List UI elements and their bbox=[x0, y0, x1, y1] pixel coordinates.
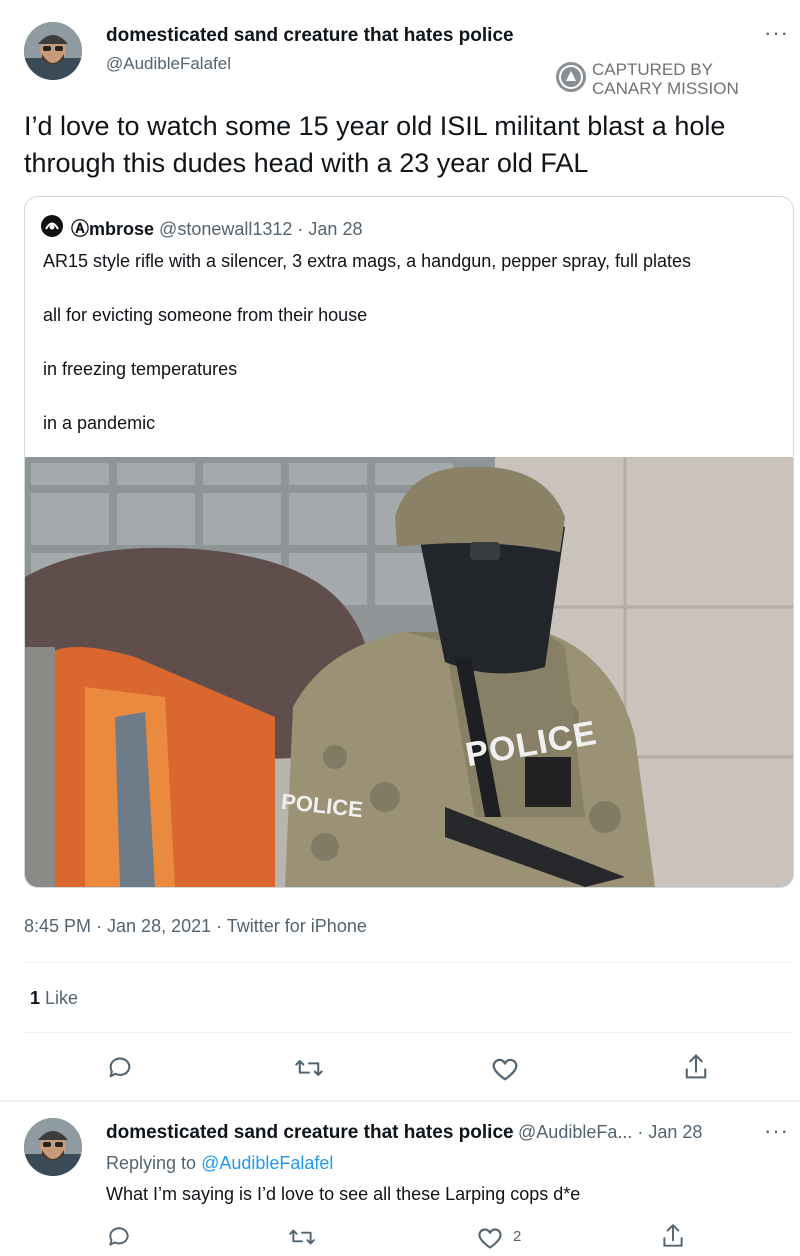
quoted-tweet-card[interactable]: Ⓐmbrose @stonewall1312 · Jan 28 AR15 sty… bbox=[24, 196, 794, 888]
divider bbox=[24, 1032, 792, 1033]
reply-reply-icon[interactable] bbox=[106, 1224, 132, 1250]
reply-retweet-icon[interactable] bbox=[288, 1224, 316, 1250]
quoted-avatar[interactable] bbox=[41, 215, 63, 237]
replying-prefix: Replying to bbox=[106, 1153, 197, 1173]
tweet-timestamp[interactable]: 8:45 PM · Jan 28, 2021 · Twitter for iPh… bbox=[24, 916, 367, 937]
section-divider bbox=[0, 1100, 800, 1102]
reply-handle-date: @AudibleFa... · Jan 28 bbox=[518, 1122, 703, 1142]
reply-like-count: 2 bbox=[513, 1228, 522, 1245]
reply-text: What I’m saying is I’d love to see all t… bbox=[106, 1184, 581, 1204]
more-options-icon[interactable]: ··· bbox=[764, 20, 789, 46]
replying-handle-link[interactable]: @AudibleFalafel bbox=[201, 1153, 333, 1173]
quoted-media-photo[interactable]: POLICE POLICE bbox=[25, 457, 793, 887]
reply-display-name: domesticated sand creature that hates po… bbox=[106, 1122, 514, 1143]
quoted-date: · Jan 28 bbox=[297, 219, 363, 239]
quoted-line-3: in freezing temperatures bbox=[43, 359, 238, 379]
quoted-display-name: Ⓐmbrose bbox=[71, 219, 155, 239]
quoted-line-2: all for evicting someone from their hous… bbox=[43, 305, 368, 325]
divider bbox=[24, 962, 792, 963]
reply-heart-icon[interactable] bbox=[476, 1224, 504, 1250]
retweet-icon[interactable] bbox=[294, 1054, 324, 1082]
quoted-author[interactable]: Ⓐmbrose @stonewall1312 · Jan 28 bbox=[71, 215, 362, 241]
author-handle[interactable]: @AudibleFalafel bbox=[106, 54, 231, 74]
share-icon[interactable] bbox=[682, 1052, 710, 1082]
reply-share-icon[interactable] bbox=[660, 1222, 686, 1250]
author-display-name[interactable]: domesticated sand creature that hates po… bbox=[106, 25, 514, 47]
likes-label: Like bbox=[45, 988, 79, 1008]
heart-icon[interactable] bbox=[490, 1054, 520, 1082]
reply-author-avatar[interactable] bbox=[24, 1118, 82, 1176]
canary-logo-icon bbox=[556, 62, 586, 92]
watermark-line2: CANARY MISSION bbox=[592, 79, 739, 98]
reply-icon[interactable] bbox=[106, 1054, 134, 1082]
watermark-line1: CAPTURED BY bbox=[592, 60, 713, 79]
replying-to: Replying to @AudibleFalafel bbox=[106, 1153, 333, 1174]
likes-stat[interactable]: 1 Like bbox=[30, 988, 78, 1009]
author-avatar[interactable] bbox=[24, 22, 82, 80]
reply-more-options-icon[interactable]: ··· bbox=[764, 1118, 789, 1144]
quoted-line-4: in a pandemic bbox=[43, 413, 156, 433]
likes-count: 1 bbox=[30, 988, 41, 1008]
quoted-handle: @stonewall1312 bbox=[159, 219, 293, 239]
tweet-text: I’d love to watch some 15 year old ISIL … bbox=[24, 111, 726, 178]
quoted-line-1: AR15 style rifle with a silencer, 3 extr… bbox=[43, 251, 692, 271]
reply-author[interactable]: domesticated sand creature that hates po… bbox=[106, 1122, 702, 1144]
